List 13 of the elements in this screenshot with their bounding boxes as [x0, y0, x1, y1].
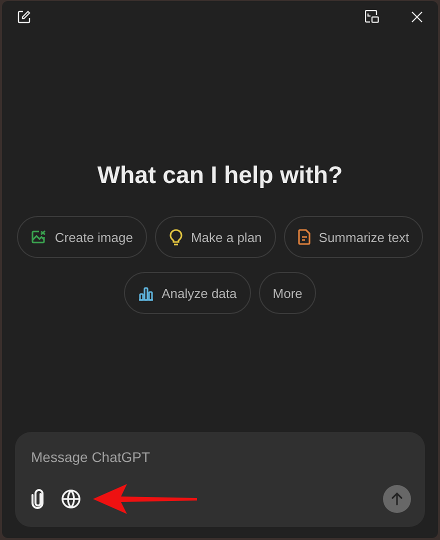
- suggestion-chip[interactable]: Summarize text: [284, 216, 424, 258]
- picture-in-picture-icon[interactable]: [365, 10, 379, 23]
- suggestion-chip[interactable]: Make a plan: [154, 216, 276, 258]
- close-icon[interactable]: [411, 10, 423, 22]
- greeting-heading: What can I help with?: [97, 162, 343, 190]
- arrow-up-icon: [390, 492, 404, 506]
- globe-icon[interactable]: [61, 489, 81, 509]
- suggestion-chip[interactable]: Analyze data: [124, 272, 251, 314]
- suggestion-chip[interactable]: Create image: [16, 216, 147, 258]
- message-input[interactable]: Message ChatGPT: [29, 447, 231, 467]
- paperclip-icon[interactable]: [31, 489, 45, 509]
- suggestion-chip[interactable]: More: [258, 272, 316, 314]
- new-chat-icon[interactable]: [17, 10, 31, 24]
